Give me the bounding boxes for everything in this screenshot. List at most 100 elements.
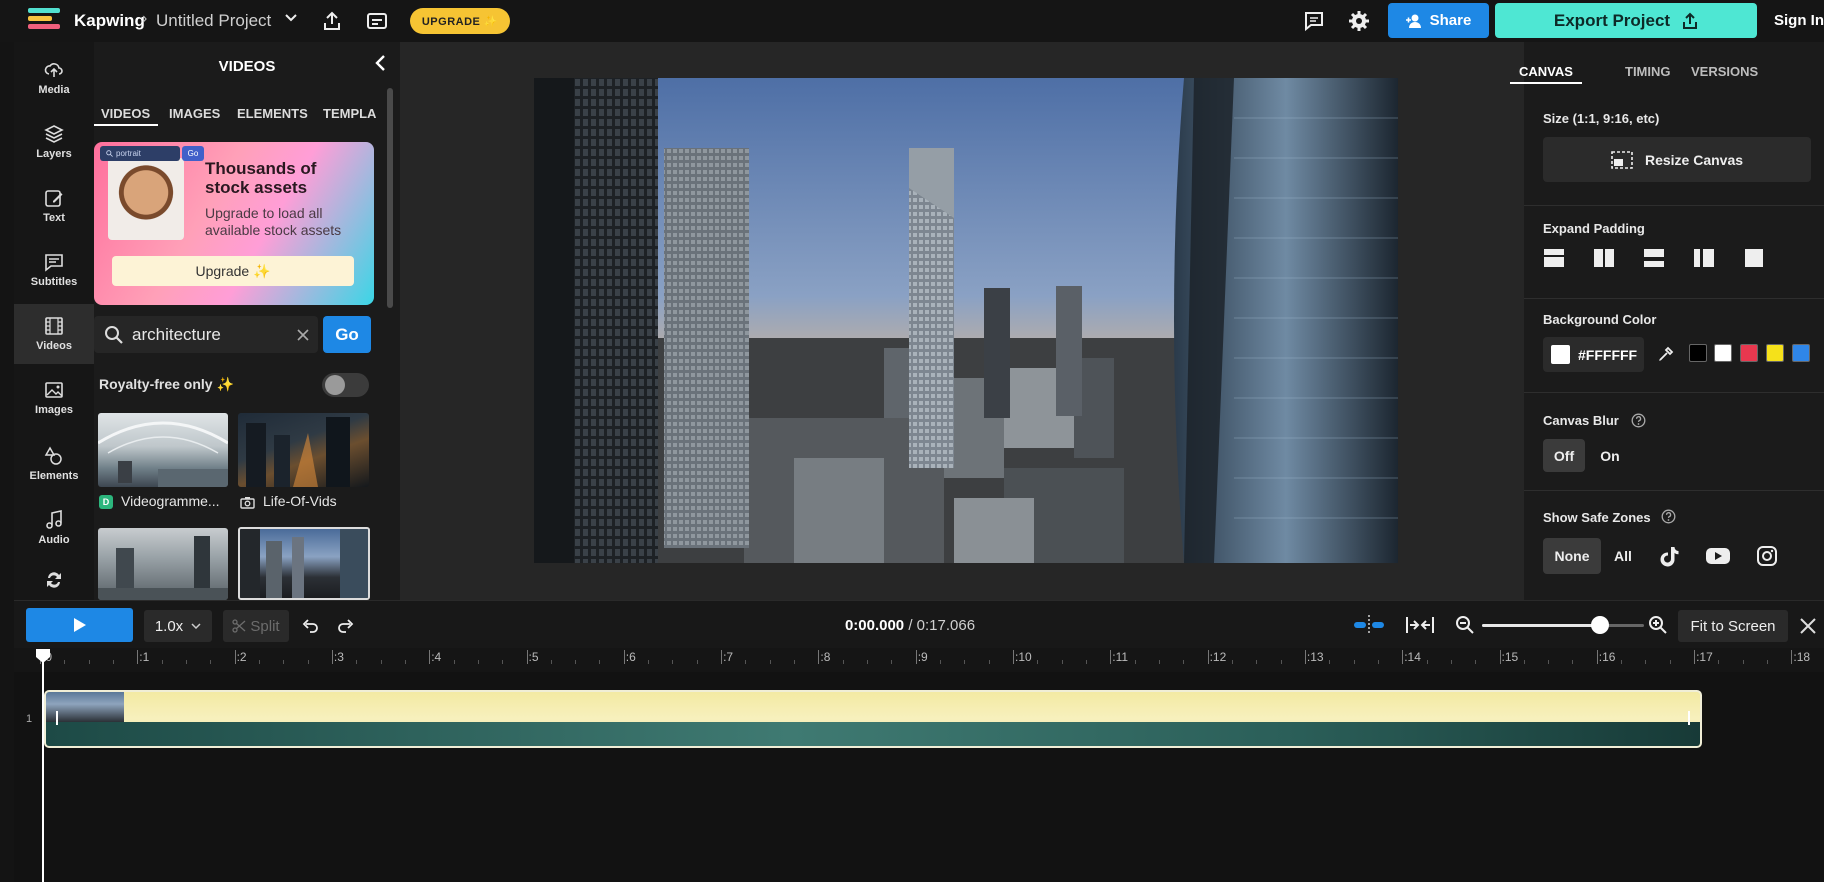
play-button[interactable] [26, 608, 133, 642]
promo-upgrade-button[interactable]: Upgrade ✨ [112, 256, 354, 286]
ruler-minor-tick [1426, 660, 1428, 664]
project-title[interactable]: Untitled Project [156, 11, 271, 31]
tiktok-icon[interactable] [1659, 545, 1681, 567]
rail-item-videos[interactable]: Videos [14, 304, 94, 364]
video-result-thumbnail[interactable] [98, 413, 228, 487]
blur-on-option[interactable]: On [1589, 439, 1631, 472]
comments-icon[interactable] [1303, 10, 1325, 32]
rail-item-images[interactable]: Images [14, 368, 94, 428]
divider [1524, 490, 1824, 491]
video-clip[interactable] [44, 690, 1702, 748]
music-note-icon [46, 510, 62, 529]
magnet-snap-icon[interactable] [1352, 614, 1386, 636]
upload-cloud-icon [44, 63, 63, 77]
fit-to-screen-button[interactable]: Fit to Screen [1678, 610, 1788, 642]
rail-item-elements[interactable]: Elements [14, 434, 94, 494]
close-icon[interactable] [296, 328, 310, 342]
fit-clips-icon[interactable] [1405, 614, 1435, 636]
sign-in-link[interactable]: Sign In [1774, 12, 1824, 29]
toggle-knob [325, 375, 345, 395]
playhead-handle-icon[interactable] [35, 648, 51, 664]
split-button[interactable]: Split [223, 610, 289, 642]
playback-speed-select[interactable]: 1.0x [144, 610, 212, 642]
clip-trim-handle-left[interactable] [56, 711, 58, 725]
chevron-down-icon[interactable] [283, 10, 299, 26]
ruler-minor-tick [1767, 660, 1769, 664]
caption-box-icon[interactable] [366, 10, 388, 32]
tab-videos[interactable]: VIDEOS [101, 106, 150, 121]
close-icon[interactable] [1798, 616, 1818, 636]
export-project-button[interactable]: Export Project [1495, 3, 1757, 38]
ruler-minor-tick [1134, 660, 1136, 664]
zoom-out-icon[interactable] [1455, 615, 1475, 635]
blur-off-option[interactable]: Off [1543, 439, 1585, 472]
video-result-thumbnail[interactable] [98, 528, 228, 600]
chevron-down-icon [191, 623, 201, 629]
video-result-thumbnail[interactable] [238, 413, 369, 487]
padding-bottom-icon[interactable] [1643, 248, 1665, 268]
eyedropper-icon[interactable] [1657, 345, 1675, 363]
tab-versions[interactable]: VERSIONS [1691, 64, 1758, 79]
ruler-minor-tick [1669, 660, 1671, 664]
zoom-in-icon[interactable] [1648, 615, 1668, 635]
ruler-minor-tick [1645, 660, 1647, 664]
youtube-icon[interactable] [1705, 546, 1731, 566]
resize-canvas-button[interactable]: Resize Canvas [1543, 137, 1811, 182]
search-go-button[interactable]: Go [323, 316, 371, 353]
redo-icon[interactable] [337, 617, 355, 635]
ruler-tick-label: :14 [1404, 650, 1421, 664]
royalty-free-label: Royalty-free only ✨ [99, 376, 234, 392]
chevron-left-icon[interactable] [373, 54, 389, 72]
upgrade-button[interactable]: UPGRADE ✨ [410, 8, 510, 34]
color-swatch-blue[interactable] [1792, 344, 1810, 362]
share-upload-icon[interactable] [321, 10, 343, 32]
ruler-tick [818, 650, 820, 664]
tab-canvas[interactable]: CANVAS [1519, 64, 1573, 79]
color-swatch-red[interactable] [1740, 344, 1758, 362]
help-icon[interactable] [1661, 509, 1676, 524]
ruler-minor-tick [1183, 660, 1185, 664]
ruler-tick-label: :9 [917, 650, 928, 664]
rail-label: Images [35, 404, 73, 416]
panel-scrollbar[interactable] [387, 88, 393, 308]
padding-right-icon[interactable] [1693, 248, 1715, 268]
rail-item-media[interactable]: Media [14, 48, 94, 108]
tab-elements[interactable]: ELEMENTS [237, 106, 308, 121]
clip-trim-handle-right[interactable] [1688, 711, 1690, 725]
padding-top-bottom-icon[interactable] [1543, 248, 1565, 268]
video-preview[interactable] [534, 78, 1398, 563]
clip-audio-waveform [46, 722, 1700, 746]
rail-item-layers[interactable]: Layers [14, 112, 94, 172]
playhead-line[interactable] [42, 650, 44, 882]
tab-templates[interactable]: TEMPLA [323, 106, 376, 121]
ruler-minor-tick [1450, 660, 1452, 664]
ruler-tick-label: :13 [1306, 650, 1324, 664]
tab-timing[interactable]: TIMING [1625, 64, 1671, 79]
color-swatch-black[interactable] [1689, 344, 1707, 362]
color-swatch-yellow[interactable] [1766, 344, 1784, 362]
gear-icon[interactable] [1348, 10, 1370, 32]
undo-icon[interactable] [301, 617, 319, 635]
background-color-picker[interactable]: #FFFFFF [1543, 337, 1644, 372]
video-result-thumbnail-selected[interactable] [238, 527, 370, 600]
tab-images[interactable]: IMAGES [169, 106, 220, 121]
rail-item-audio[interactable]: Audio [14, 498, 94, 558]
rail-item-subtitles[interactable]: Subtitles [14, 240, 94, 300]
brand-name[interactable]: Kapwing [74, 11, 145, 31]
safe-zone-all-option[interactable]: All [1606, 538, 1640, 574]
rail-item-transitions[interactable] [14, 560, 94, 600]
kapwing-logo-icon[interactable] [28, 8, 60, 34]
padding-all-icon[interactable] [1743, 248, 1765, 268]
help-icon[interactable] [1631, 413, 1646, 428]
color-swatch-white[interactable] [1714, 344, 1732, 362]
padding-left-right-icon[interactable] [1593, 248, 1615, 268]
safe-zone-none-option[interactable]: None [1543, 538, 1601, 574]
promo-subtext: Upgrade to load all available stock asse… [205, 205, 342, 238]
instagram-icon[interactable] [1756, 545, 1778, 567]
timeline-ruler[interactable]: :0:1:2:3:4:5:6:7:8:9:10:11:12:13:14:15:1… [14, 648, 1824, 672]
share-button[interactable]: Share [1388, 3, 1489, 38]
ruler-minor-tick [1621, 660, 1623, 664]
rail-item-text[interactable]: Text [14, 176, 94, 236]
stock-search-input[interactable] [132, 322, 292, 348]
ruler-tick-label: :10 [1015, 650, 1032, 664]
